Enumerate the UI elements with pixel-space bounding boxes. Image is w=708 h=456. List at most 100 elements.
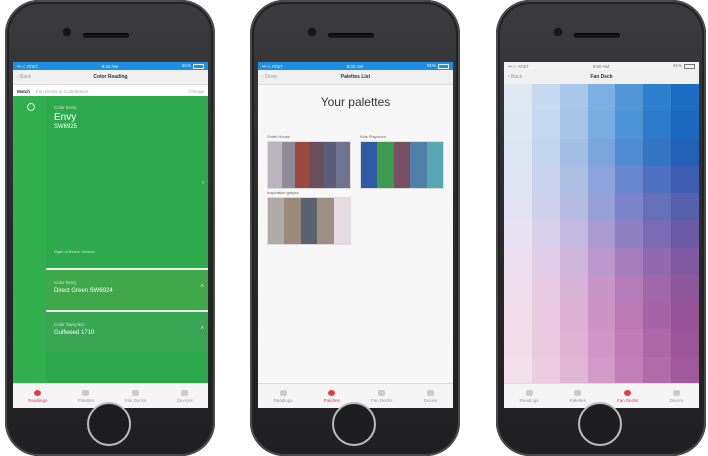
fan-deck-color-chip[interactable] [587,356,616,384]
palette-color-swatch[interactable] [410,142,427,188]
tab-fan-decks[interactable]: Fan Decks [617,389,639,403]
tab-palettes[interactable]: Palettes [570,389,586,403]
fan-deck-color-chip[interactable] [559,274,588,303]
fan-deck-color-chip[interactable] [671,356,699,384]
tab-palettes[interactable]: Palettes [78,389,94,403]
fan-deck-color-chip[interactable] [587,247,616,275]
palette-color-swatch[interactable] [268,198,285,244]
fan-deck-color-chip[interactable] [504,220,532,248]
fan-deck-color-chip[interactable] [615,329,644,357]
tab-readings[interactable]: Readings [28,389,47,403]
fan-deck-color-chip[interactable] [615,274,644,303]
fan-deck-color-chip[interactable] [559,111,588,139]
fan-deck-color-chip[interactable] [587,193,616,221]
fan-deck-color-chip[interactable] [504,193,532,221]
tab-device[interactable]: Device [424,389,437,403]
palette-card[interactable]: Inspiration grayes [267,190,351,245]
fan-deck-color-chip[interactable] [504,329,532,357]
fan-deck-color-chip[interactable] [504,356,532,384]
fan-deck-color-chip[interactable] [587,165,616,194]
fan-deck-color-chip[interactable] [504,138,532,166]
fan-deck-color-chip[interactable] [531,165,560,194]
palette-color-swatch[interactable] [295,142,310,188]
fan-deck-color-chip[interactable] [587,84,616,112]
palette-color-swatch[interactable] [300,198,318,244]
fan-deck-color-chip[interactable] [559,84,588,112]
back-button[interactable]: ‹ Back [508,74,522,80]
fan-deck-color-chip[interactable] [643,220,672,248]
fan-deck-color-chip[interactable] [504,247,532,275]
tab-readings[interactable]: Readings [274,389,293,403]
fan-deck-color-chip[interactable] [615,193,644,221]
match-source-field[interactable]: Fan Decks or Contributors [36,89,89,94]
fan-deck-color-chip[interactable] [671,274,699,303]
chevron-up-icon[interactable]: ˄ [200,326,204,332]
fan-deck-color-chip[interactable] [587,302,616,330]
fan-deck-color-chip[interactable] [504,111,532,139]
home-button[interactable] [578,402,622,446]
fan-deck-color-chip[interactable] [643,356,672,384]
palette-color-swatch[interactable] [317,198,334,244]
chevron-up-icon[interactable]: ˄ [200,284,204,290]
done-button[interactable]: ‹ Done [262,74,277,80]
fan-deck-color-chip[interactable] [531,193,560,221]
fan-deck-color-chip[interactable] [504,165,532,194]
fan-deck-color-chip[interactable] [587,274,616,303]
fan-deck-color-chip[interactable] [615,165,644,194]
palette-color-swatch[interactable] [361,142,378,188]
fan-deck-color-chip[interactable] [671,302,699,330]
fan-deck-color-chip[interactable] [559,247,588,275]
fan-deck-color-chip[interactable] [531,329,560,357]
fan-deck-color-chip[interactable] [559,220,588,248]
tab-fan-decks[interactable]: Fan Decks [371,389,393,403]
home-button[interactable] [332,402,376,446]
fan-deck-color-chip[interactable] [531,138,560,166]
fan-deck-color-chip[interactable] [531,302,560,330]
fan-deck-color-chip[interactable] [559,356,588,384]
tab-device[interactable]: Device [670,389,683,403]
fan-deck-color-chip[interactable] [643,138,672,166]
fan-deck-color-chip[interactable] [671,138,699,166]
fan-deck-color-chip[interactable] [587,111,616,139]
fan-deck-color-chip[interactable] [531,274,560,303]
fan-deck-color-chip[interactable] [615,220,644,248]
fan-deck-color-chip[interactable] [559,193,588,221]
main-color-swatch[interactable]: Color Entry Envy SW6925 › Night of Beach… [46,96,208,266]
fan-deck-color-chip[interactable] [615,247,644,275]
fan-deck-color-chip[interactable] [643,84,672,112]
chevron-right-icon[interactable]: › [202,180,204,186]
fan-deck-color-chip[interactable] [643,274,672,303]
fan-deck-color-chip[interactable] [615,356,644,384]
alternative-color-swatch[interactable]: Color Sampled Gulfweed 1710 ˄ [46,310,208,352]
palette-color-swatch[interactable] [322,142,337,188]
home-button[interactable] [87,402,131,446]
select-radio[interactable] [27,103,35,111]
fan-deck-color-chip[interactable] [531,84,560,112]
palette-color-swatch[interactable] [281,142,296,188]
fan-deck-color-chip[interactable] [531,220,560,248]
fan-deck-color-chip[interactable] [559,302,588,330]
palette-color-swatch[interactable] [426,142,444,188]
fan-deck-color-chip[interactable] [587,329,616,357]
change-button[interactable]: Change [188,89,204,94]
palette-color-swatch[interactable] [393,142,411,188]
fan-deck-color-chip[interactable] [615,111,644,139]
fan-deck-color-chip[interactable] [559,329,588,357]
fan-deck-color-chip[interactable] [671,247,699,275]
fan-deck-color-chip[interactable] [531,247,560,275]
tab-devices[interactable]: Devices [177,389,193,403]
palette-card[interactable]: Smith House [267,134,351,189]
palette-card[interactable]: Kids Playroom [360,134,444,189]
fan-deck-color-chip[interactable] [643,247,672,275]
alternative-color-swatch[interactable]: Color Entry Direct Green SW6924 ˄ [46,268,208,310]
fan-deck-color-chip[interactable] [671,165,699,194]
fan-deck-color-chip[interactable] [643,329,672,357]
fan-deck-color-chip[interactable] [671,193,699,221]
fan-deck-color-chip[interactable] [504,274,532,303]
palette-color-swatch[interactable] [333,198,351,244]
tab-palettes[interactable]: Palettes [324,389,340,403]
fan-deck-color-chip[interactable] [643,193,672,221]
fan-deck-color-chip[interactable] [671,329,699,357]
palette-color-swatch[interactable] [336,142,351,188]
back-button[interactable]: ‹ Back [17,74,31,80]
